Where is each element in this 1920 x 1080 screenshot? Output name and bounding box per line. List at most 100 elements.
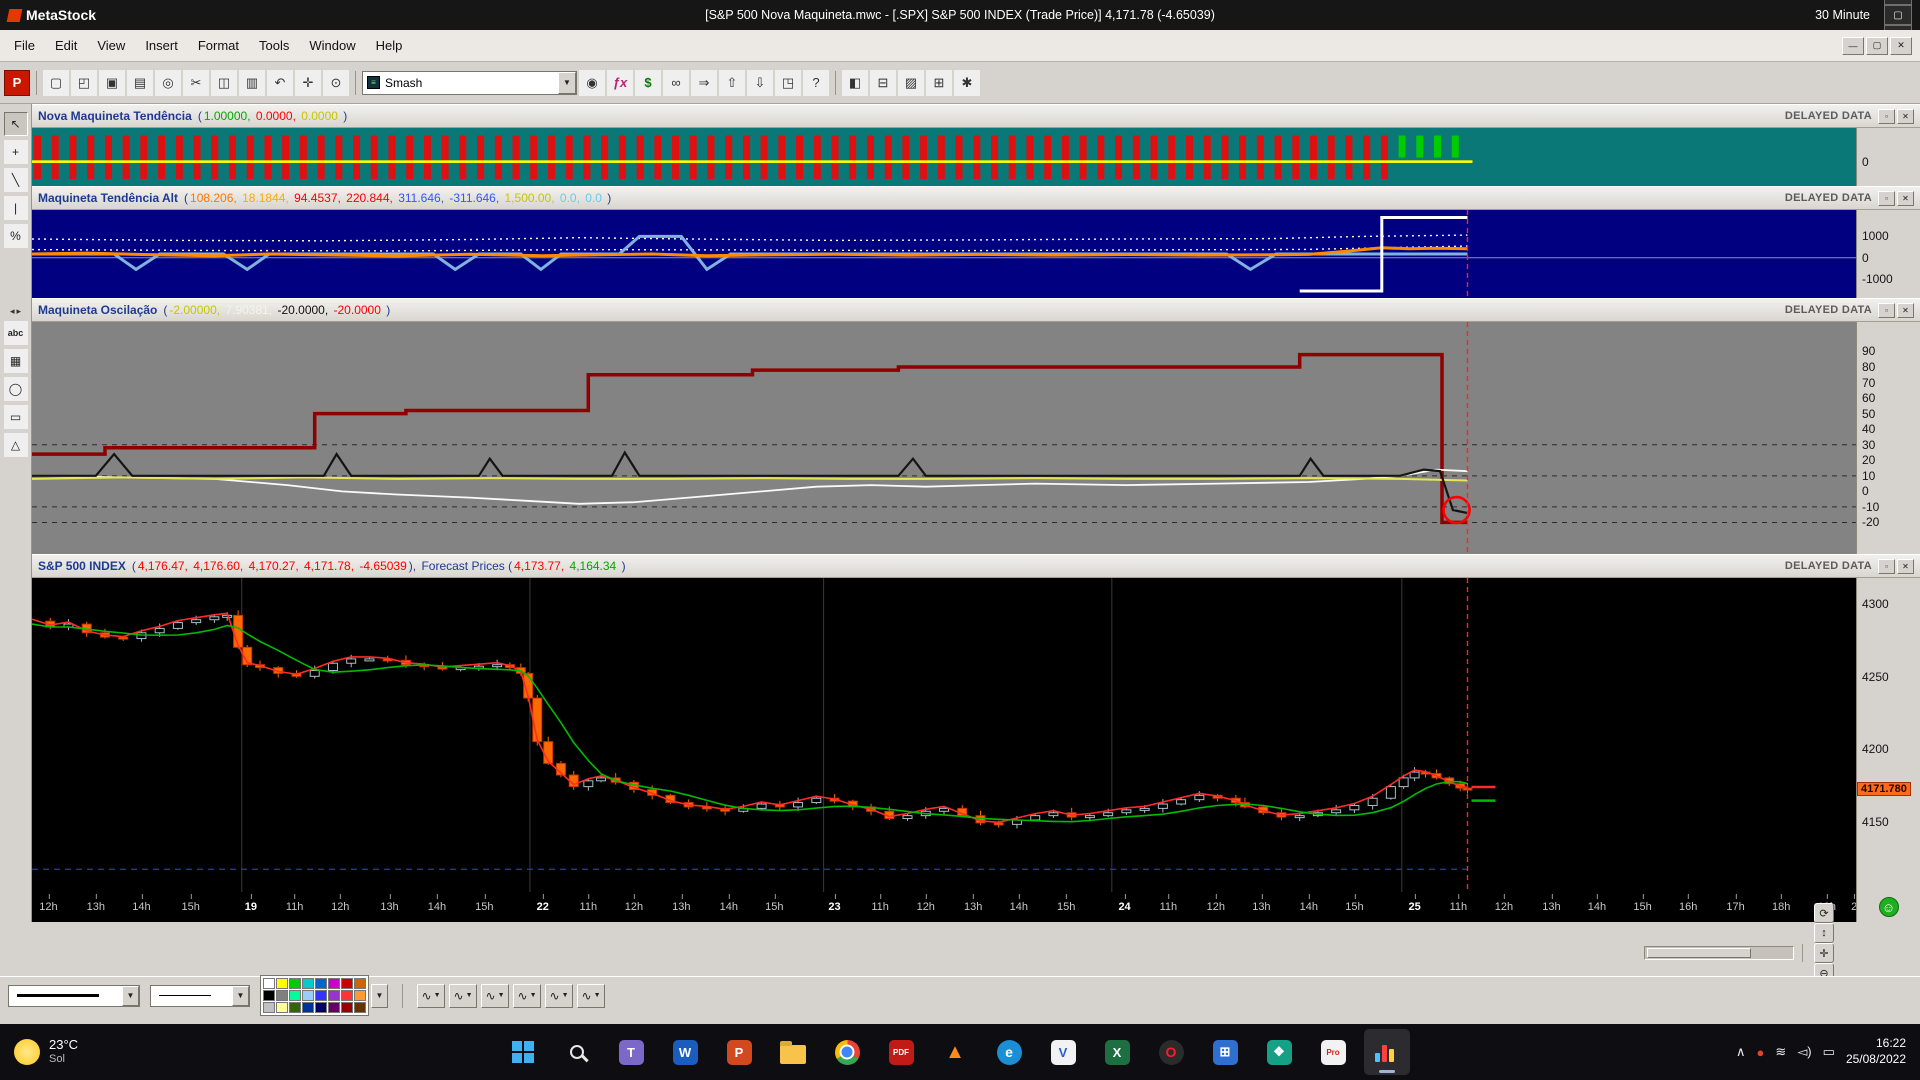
panel-close-button[interactable]: ✕	[1897, 559, 1914, 574]
paste-icon[interactable]: ▥	[239, 70, 265, 96]
scrollbar-thumb[interactable]	[1647, 948, 1751, 958]
expert-advisor-icon[interactable]: $	[635, 70, 661, 96]
palette-color-swatch[interactable]	[263, 1002, 275, 1013]
chrome-icon[interactable]	[824, 1029, 870, 1075]
horizontal-scrollbar[interactable]	[1644, 946, 1794, 960]
pdf-icon[interactable]: PDF	[878, 1029, 924, 1075]
weather-widget[interactable]: 23°C Sol	[14, 1037, 78, 1067]
line-style-select[interactable]: ▼	[8, 985, 140, 1007]
calculator-icon[interactable]: ⊞	[1202, 1029, 1248, 1075]
palette-color-swatch[interactable]	[302, 1002, 314, 1013]
pointer-tool[interactable]: ↖	[4, 112, 28, 136]
panel-close-button[interactable]: ✕	[1897, 191, 1914, 206]
metastock-taskbar-icon[interactable]	[1364, 1029, 1410, 1075]
palette-color-swatch[interactable]	[354, 990, 366, 1001]
search-button[interactable]	[554, 1029, 600, 1075]
teams-icon[interactable]: T	[608, 1029, 654, 1075]
palette-color-swatch[interactable]	[354, 978, 366, 989]
chart-style-6-button[interactable]: ∿▼	[577, 984, 605, 1008]
undo-icon[interactable]: ↶	[267, 70, 293, 96]
chart-zoom-icon[interactable]: ◳	[775, 70, 801, 96]
cut-icon[interactable]: ✂	[183, 70, 209, 96]
upload-icon[interactable]: ⇧	[719, 70, 745, 96]
file-explorer-icon[interactable]	[770, 1029, 816, 1075]
mdi-close-button[interactable]: ✕	[1890, 37, 1912, 55]
palette-color-swatch[interactable]	[302, 978, 314, 989]
edge-icon[interactable]: e	[986, 1029, 1032, 1075]
chevron-down-icon[interactable]: ▼	[558, 72, 576, 94]
palette-color-swatch[interactable]	[263, 990, 275, 1001]
menu-view[interactable]: View	[87, 34, 135, 57]
scan-icon[interactable]: ∞	[663, 70, 689, 96]
palette-color-swatch[interactable]	[315, 978, 327, 989]
instrument-select[interactable]: ≡ Smash ▼	[362, 71, 577, 95]
explorer-globe-icon[interactable]: ◉	[579, 70, 605, 96]
panel-close-button[interactable]: ✕	[1897, 303, 1914, 318]
tile-vertical-icon[interactable]: ⊟	[870, 70, 896, 96]
palette-color-swatch[interactable]	[354, 1002, 366, 1013]
print-preview-icon[interactable]: ◎	[155, 70, 181, 96]
hidden-icons-chevron[interactable]: ∧	[1736, 1044, 1746, 1060]
palette-color-swatch[interactable]	[341, 990, 353, 1001]
chevron-down-icon[interactable]: ▼	[232, 986, 249, 1006]
palette-color-swatch[interactable]	[289, 990, 301, 1001]
mdi-minimize-button[interactable]: —	[1842, 37, 1864, 55]
print-icon[interactable]: ▤	[127, 70, 153, 96]
palette-color-swatch[interactable]	[315, 1002, 327, 1013]
palette-color-swatch[interactable]	[328, 990, 340, 1001]
grid-tool[interactable]: ▦	[4, 349, 28, 373]
panel-close-button[interactable]: ✕	[1897, 109, 1914, 124]
panel-restore-button[interactable]: ▫	[1878, 191, 1895, 206]
pan-icon[interactable]: ✛	[1814, 943, 1834, 963]
cascade-icon[interactable]: ▨	[898, 70, 924, 96]
palette-color-swatch[interactable]	[328, 1002, 340, 1013]
palette-color-swatch[interactable]	[289, 1002, 301, 1013]
vertical-line-tool[interactable]: |	[4, 196, 28, 220]
color-palette[interactable]	[260, 975, 369, 1016]
new-chart-icon[interactable]: ▢	[43, 70, 69, 96]
copy-icon[interactable]: ◫	[211, 70, 237, 96]
tile-horizontal-icon[interactable]: ◧	[842, 70, 868, 96]
palette-color-swatch[interactable]	[328, 978, 340, 989]
refresh-icon[interactable]: ⟳	[1814, 903, 1834, 923]
opera-icon[interactable]: O	[1148, 1029, 1194, 1075]
chart-style-3-button[interactable]: ∿▼	[481, 984, 509, 1008]
ellipse-tool[interactable]: ◯	[4, 377, 28, 401]
scroll-left-icon[interactable]: ◂	[10, 306, 15, 317]
rectangle-tool[interactable]: ▭	[4, 405, 28, 429]
menu-edit[interactable]: Edit	[45, 34, 87, 57]
help-icon[interactable]: ?	[803, 70, 829, 96]
pro-app-icon[interactable]: Pro	[1310, 1029, 1356, 1075]
download-icon[interactable]: ⇩	[747, 70, 773, 96]
chevron-down-icon[interactable]: ▼	[371, 984, 388, 1008]
price-chart[interactable]	[32, 578, 1856, 892]
vlc-icon[interactable]: ▲	[932, 1029, 978, 1075]
palette-color-swatch[interactable]	[315, 990, 327, 1001]
menu-format[interactable]: Format	[188, 34, 249, 57]
vertical-zoom-icon[interactable]: ↕	[1814, 923, 1834, 943]
line-weight-select[interactable]: ▼	[150, 985, 250, 1007]
panel-restore-button[interactable]: ▫	[1878, 303, 1895, 318]
trendline-tool[interactable]: ╲	[4, 168, 28, 192]
percent-retracement-tool[interactable]: %	[4, 224, 28, 248]
panel-restore-button[interactable]: ▫	[1878, 109, 1895, 124]
open-icon[interactable]: ◰	[71, 70, 97, 96]
taskbar-clock[interactable]: 16:22 25/08/2022	[1846, 1036, 1906, 1067]
menu-help[interactable]: Help	[366, 34, 413, 57]
visual-studio-icon[interactable]: V	[1040, 1029, 1086, 1075]
new-window-icon[interactable]: ⊞	[926, 70, 952, 96]
sidebar-pager[interactable]: ◂▸	[10, 306, 21, 317]
chart-style-4-button[interactable]: ∿▼	[513, 984, 541, 1008]
menu-insert[interactable]: Insert	[135, 34, 188, 57]
options-gear-icon[interactable]: ✱	[954, 70, 980, 96]
photos-icon[interactable]: ❖	[1256, 1029, 1302, 1075]
forecaster-icon[interactable]: ⇒	[691, 70, 717, 96]
battery-icon[interactable]: ▭	[1823, 1044, 1835, 1060]
menu-tools[interactable]: Tools	[249, 34, 299, 57]
palette-color-swatch[interactable]	[276, 990, 288, 1001]
mdi-restore-button[interactable]: ▢	[1866, 37, 1888, 55]
palette-color-swatch[interactable]	[289, 978, 301, 989]
chart-style-5-button[interactable]: ∿▼	[545, 984, 573, 1008]
palette-color-swatch[interactable]	[341, 978, 353, 989]
indicator-builder-icon[interactable]: ƒx	[607, 70, 633, 96]
